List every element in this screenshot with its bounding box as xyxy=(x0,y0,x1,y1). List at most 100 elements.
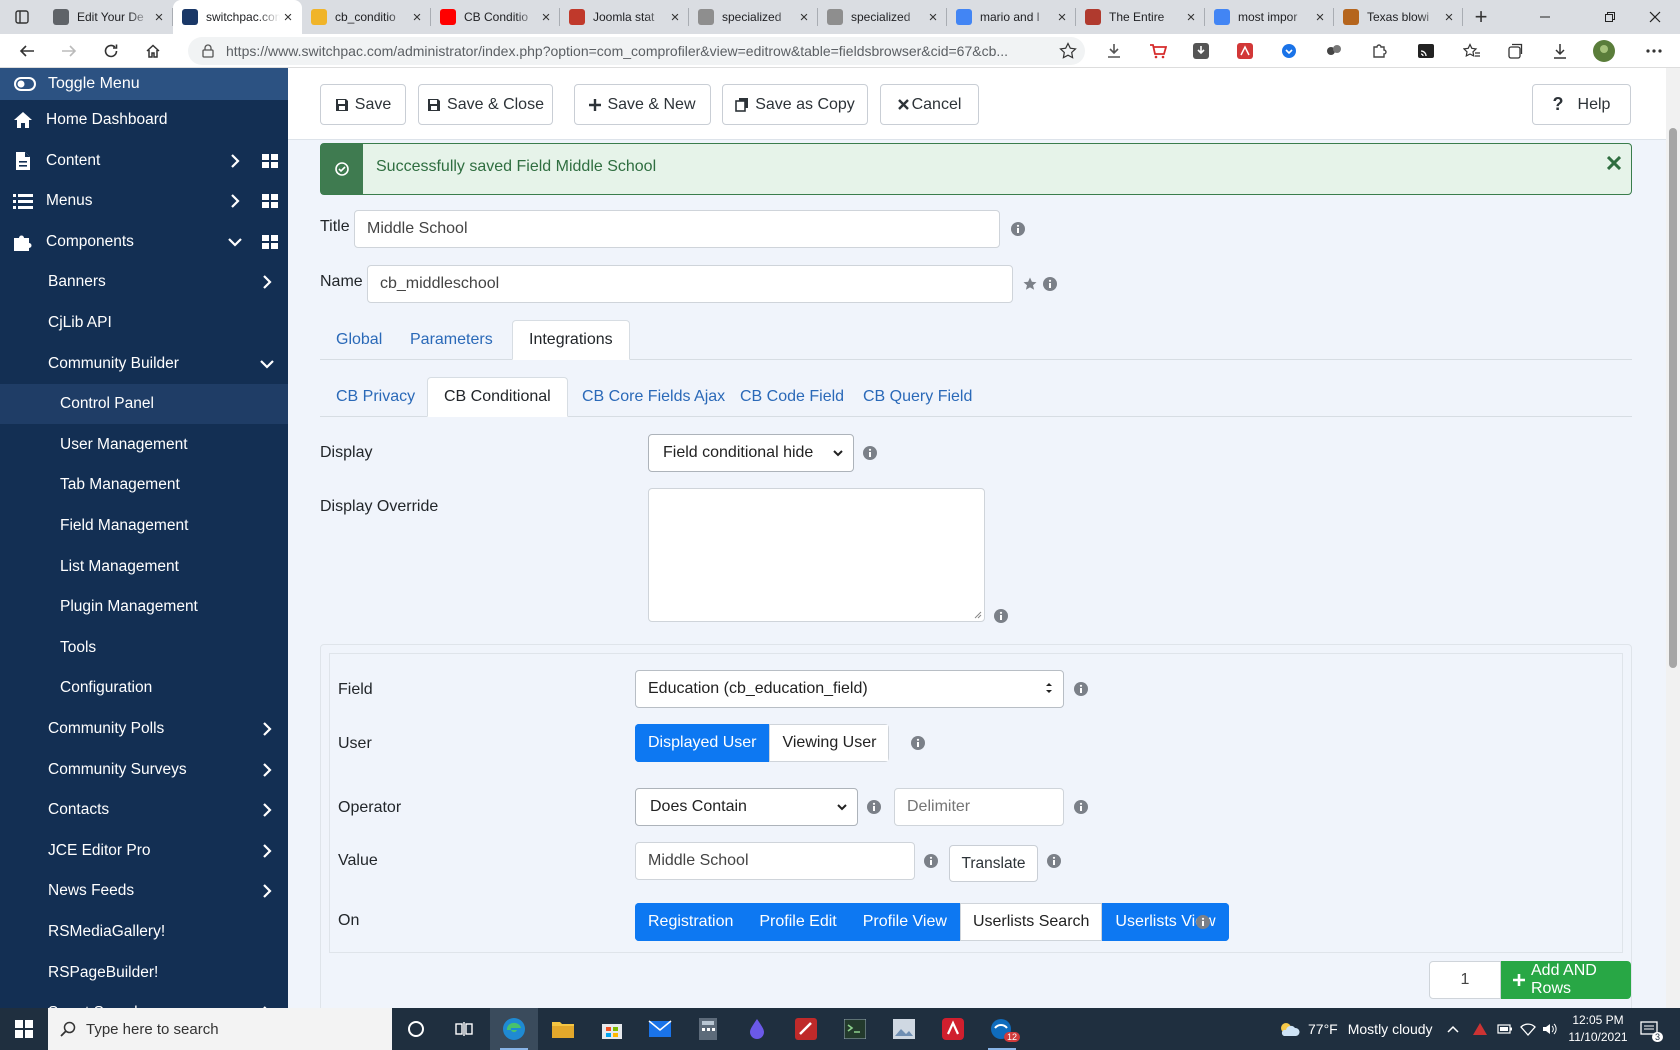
close-tab-icon[interactable]: × xyxy=(1054,9,1070,26)
chevron-down-icon[interactable] xyxy=(228,235,242,249)
refresh-icon[interactable] xyxy=(90,34,132,68)
sidebar-item-jce-editor-pro[interactable]: JCE Editor Pro xyxy=(0,831,288,871)
close-tab-icon[interactable]: × xyxy=(925,9,941,26)
collections-icon[interactable] xyxy=(1502,34,1530,68)
store-icon[interactable] xyxy=(588,1008,636,1050)
minimize-icon[interactable] xyxy=(1520,0,1570,34)
browser-tab[interactable]: Joomla stat × xyxy=(560,0,689,34)
user-option-displayed-user[interactable]: Displayed User xyxy=(635,724,770,762)
shield-extension-icon[interactable] xyxy=(1275,34,1303,68)
wifi-icon[interactable] xyxy=(1520,1008,1536,1050)
browser-tab[interactable]: Edit Your De × xyxy=(44,0,173,34)
sidebar-item-control-panel[interactable]: Control Panel xyxy=(0,384,288,425)
restore-icon[interactable] xyxy=(1585,0,1635,34)
puzzle-extension-icon[interactable] xyxy=(1365,34,1393,68)
sidebar-item-community-builder[interactable]: Community Builder xyxy=(0,344,288,384)
sidebar-item-components[interactable]: Components xyxy=(0,222,288,262)
save-copy-button[interactable]: Save as Copy xyxy=(722,84,868,125)
favorites-icon[interactable] xyxy=(1458,34,1486,68)
sidebar-item-tab-management[interactable]: Tab Management xyxy=(0,465,288,505)
sidebar-item-configuration[interactable]: Configuration xyxy=(0,668,288,708)
browser-tab[interactable]: specialized × xyxy=(689,0,818,34)
sidebar-item-home-dashboard[interactable]: Home Dashboard xyxy=(0,100,288,140)
user-option-viewing-user[interactable]: Viewing User xyxy=(769,724,890,762)
sidebar-item-list-management[interactable]: List Management xyxy=(0,547,288,587)
dashboard-grid-icon[interactable] xyxy=(262,153,278,168)
delimiter-input[interactable] xyxy=(894,788,1064,826)
sidebar-item-user-management[interactable]: User Management xyxy=(0,425,288,465)
cancel-button[interactable]: Cancel xyxy=(880,84,979,125)
battery-icon[interactable] xyxy=(1497,1008,1513,1050)
title-input[interactable]: Middle School xyxy=(354,210,1000,248)
notification-icon[interactable]: 3 xyxy=(1640,1008,1664,1050)
save-close-button[interactable]: Save & Close xyxy=(418,84,553,125)
on-option-registration[interactable]: Registration xyxy=(635,903,747,941)
pdf-extension-icon[interactable] xyxy=(1231,34,1259,68)
sidebar-item-rsmediagallery[interactable]: RSMediaGallery! xyxy=(0,912,288,952)
extension-download-icon[interactable] xyxy=(1187,34,1215,68)
close-window-icon[interactable] xyxy=(1630,0,1680,34)
chevron-right-icon[interactable] xyxy=(260,722,274,736)
cast-extension-icon[interactable] xyxy=(1412,34,1440,68)
name-input[interactable]: cb_middleschool xyxy=(367,265,1013,303)
close-tab-icon[interactable]: × xyxy=(796,9,812,26)
clock[interactable]: 12:05 PM 11/10/2021 xyxy=(1568,1008,1628,1050)
photos-icon[interactable] xyxy=(880,1008,928,1050)
close-tab-icon[interactable]: × xyxy=(538,9,554,26)
sidebar-item-smart-search[interactable]: Smart Search xyxy=(0,993,288,1008)
chevron-right-icon[interactable] xyxy=(260,762,274,777)
on-option-profile-edit[interactable]: Profile Edit xyxy=(746,903,850,941)
home-browser-icon[interactable] xyxy=(132,34,174,68)
profile-avatar-icon[interactable] xyxy=(1590,34,1618,68)
subtab-cb-privacy[interactable]: CB Privacy xyxy=(320,377,431,417)
paint-drop-icon[interactable] xyxy=(733,1008,781,1050)
people-extension-icon[interactable] xyxy=(1320,34,1348,68)
close-tab-icon[interactable]: × xyxy=(280,9,296,26)
chevron-up-icon[interactable] xyxy=(1447,1008,1459,1050)
field-select[interactable]: Education (cb_education_field) xyxy=(635,670,1064,708)
chevron-down-icon[interactable] xyxy=(260,357,274,371)
sidebar-item-field-management[interactable]: Field Management xyxy=(0,506,288,546)
terminal-icon[interactable] xyxy=(831,1008,879,1050)
url-field[interactable]: https://www.switchpac.com/administrator/… xyxy=(188,37,1085,65)
chevron-right-icon[interactable] xyxy=(260,275,274,290)
edge-icon[interactable] xyxy=(490,1008,538,1050)
shopping-cart-icon[interactable] xyxy=(1144,34,1172,68)
chevron-right-icon[interactable] xyxy=(260,803,274,817)
browser-tab[interactable]: Texas blowi × xyxy=(1334,0,1463,34)
cortana-icon[interactable] xyxy=(392,1008,440,1050)
sidebar-item-content[interactable]: Content xyxy=(0,141,288,181)
display-override-textarea[interactable] xyxy=(648,488,985,622)
chevron-right-icon[interactable] xyxy=(260,844,274,858)
page-scrollbar[interactable] xyxy=(1666,68,1680,1008)
calculator-icon[interactable] xyxy=(684,1008,732,1050)
new-tab-button[interactable]: + xyxy=(1463,0,1499,34)
value-input[interactable]: Middle School xyxy=(635,842,915,880)
sidebar-item-rspagebuilder[interactable]: RSPageBuilder! xyxy=(0,953,288,993)
close-tab-icon[interactable]: × xyxy=(667,9,683,26)
toggle-menu-button[interactable]: Toggle Menu xyxy=(0,68,288,100)
close-tab-icon[interactable]: × xyxy=(1183,9,1199,26)
on-option-profile-view[interactable]: Profile View xyxy=(849,903,960,941)
tab-integrations[interactable]: Integrations xyxy=(512,320,630,360)
windows-start-icon[interactable] xyxy=(0,1008,48,1050)
browser-tab[interactable]: The Entire × xyxy=(1076,0,1205,34)
outlook-badge-icon[interactable]: 12 xyxy=(978,1008,1026,1050)
chevron-right-icon[interactable] xyxy=(260,884,274,899)
help-button[interactable]: ? Help xyxy=(1532,84,1631,125)
subtab-cb-query-field[interactable]: CB Query Field xyxy=(847,377,988,417)
close-tab-icon[interactable]: × xyxy=(1312,9,1328,26)
display-select[interactable]: Field conditional hide xyxy=(648,434,854,472)
dashboard-grid-icon[interactable] xyxy=(262,194,278,209)
tab-actions-icon[interactable] xyxy=(0,0,44,34)
browser-tab[interactable]: cb_conditio × xyxy=(302,0,431,34)
browser-tab[interactable]: specialized × xyxy=(818,0,947,34)
chevron-right-icon[interactable] xyxy=(228,153,242,168)
mail-icon[interactable] xyxy=(636,1008,684,1050)
tab-parameters[interactable]: Parameters xyxy=(394,320,509,360)
forward-icon[interactable] xyxy=(48,34,90,68)
translate-button[interactable]: Translate xyxy=(949,845,1038,882)
volume-icon[interactable] xyxy=(1542,1008,1558,1050)
resize-handle-icon[interactable] xyxy=(974,611,982,619)
sidebar-item-menus[interactable]: Menus xyxy=(0,181,288,221)
